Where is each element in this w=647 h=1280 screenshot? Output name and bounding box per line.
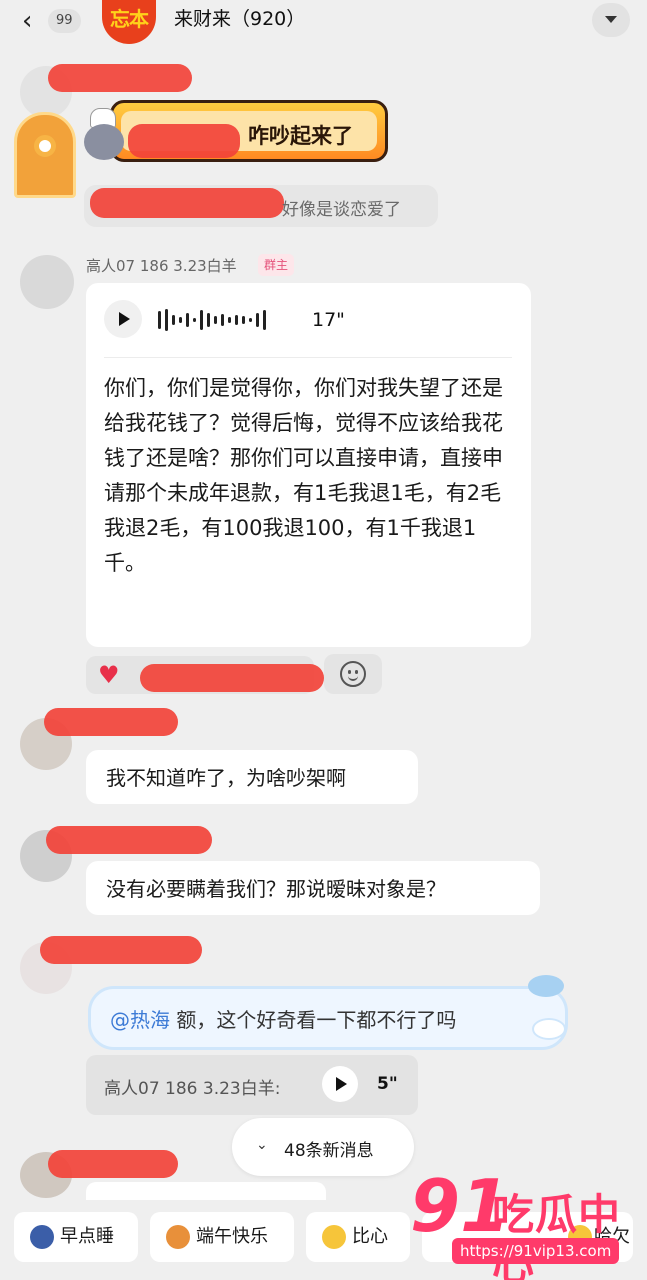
new-messages-label: 48条新消息 <box>284 1141 374 1161</box>
quoted-duration: 5" <box>377 1074 398 1094</box>
avatar[interactable] <box>20 255 74 309</box>
sender-name[interactable]: 高人07 186 3.23白羊 <box>86 255 237 276</box>
redacted-text <box>128 124 240 158</box>
mention[interactable]: @热海 <box>110 1008 170 1032</box>
owner-badge: 群主 <box>258 254 295 276</box>
add-reaction-button[interactable] <box>324 654 382 694</box>
redacted-name <box>46 826 212 854</box>
quick-reply-button[interactable]: 端午快乐 <box>150 1212 294 1262</box>
heart-hands-icon <box>322 1225 346 1249</box>
redacted-name <box>48 64 192 92</box>
play-icon[interactable] <box>104 300 142 338</box>
seal-sticker-icon <box>528 975 564 997</box>
smile-icon <box>340 661 366 687</box>
message-bubble[interactable] <box>86 1182 326 1202</box>
redacted-name <box>40 936 202 964</box>
special-card-text: 咋吵起来了 <box>248 124 353 148</box>
redacted-text <box>90 188 284 218</box>
play-icon[interactable] <box>322 1066 358 1102</box>
watermark-url: https://91vip13.com <box>452 1238 620 1264</box>
quick-reply-button[interactable]: 早点睡 <box>14 1212 138 1262</box>
moon-icon <box>30 1225 54 1249</box>
message-text: 我不知道咋了，为啥吵架啊 <box>106 766 346 790</box>
quoted-sender: 高人07 186 3.23白羊: <box>104 1079 281 1099</box>
voice-transcript: 你们，你们是觉得你，你们对我失望了还是给我花钱了？觉得后悔，觉得不应该给我花钱了… <box>104 376 503 575</box>
redacted-name <box>44 708 178 736</box>
heart-icon[interactable]: ♥ <box>98 662 120 688</box>
message-text: @热海 额，这个好奇看一下都不行了吗 <box>110 1004 456 1033</box>
message-body: 额，这个好奇看一下都不行了吗 <box>170 1008 457 1032</box>
group-title[interactable]: 来财来（920） <box>174 7 305 31</box>
divider <box>104 357 512 358</box>
door-sticker-icon <box>14 112 76 198</box>
double-chevron-down-icon: ⌄ <box>256 1137 268 1153</box>
watermark-text: 吃瓜中心 <box>492 1190 622 1280</box>
voice-duration: 17" <box>312 309 345 331</box>
quick-reply-button[interactable]: 比心 <box>306 1212 410 1262</box>
redacted-name <box>48 1150 178 1178</box>
hint-text: 好像是谈恋爱了 <box>282 200 401 220</box>
unread-count-badge[interactable]: 99 <box>48 9 81 33</box>
redacted-text <box>140 664 324 692</box>
waveform-icon <box>158 309 270 331</box>
message-text: 没有必要瞒着我们？那说暧昧对象是？ <box>106 877 446 901</box>
mouse-mascot-icon <box>84 124 124 160</box>
chat-header <box>0 0 647 44</box>
chevron-down-icon[interactable] <box>592 3 630 37</box>
seal-sticker-icon <box>532 1018 566 1040</box>
dragon-icon <box>166 1225 190 1249</box>
